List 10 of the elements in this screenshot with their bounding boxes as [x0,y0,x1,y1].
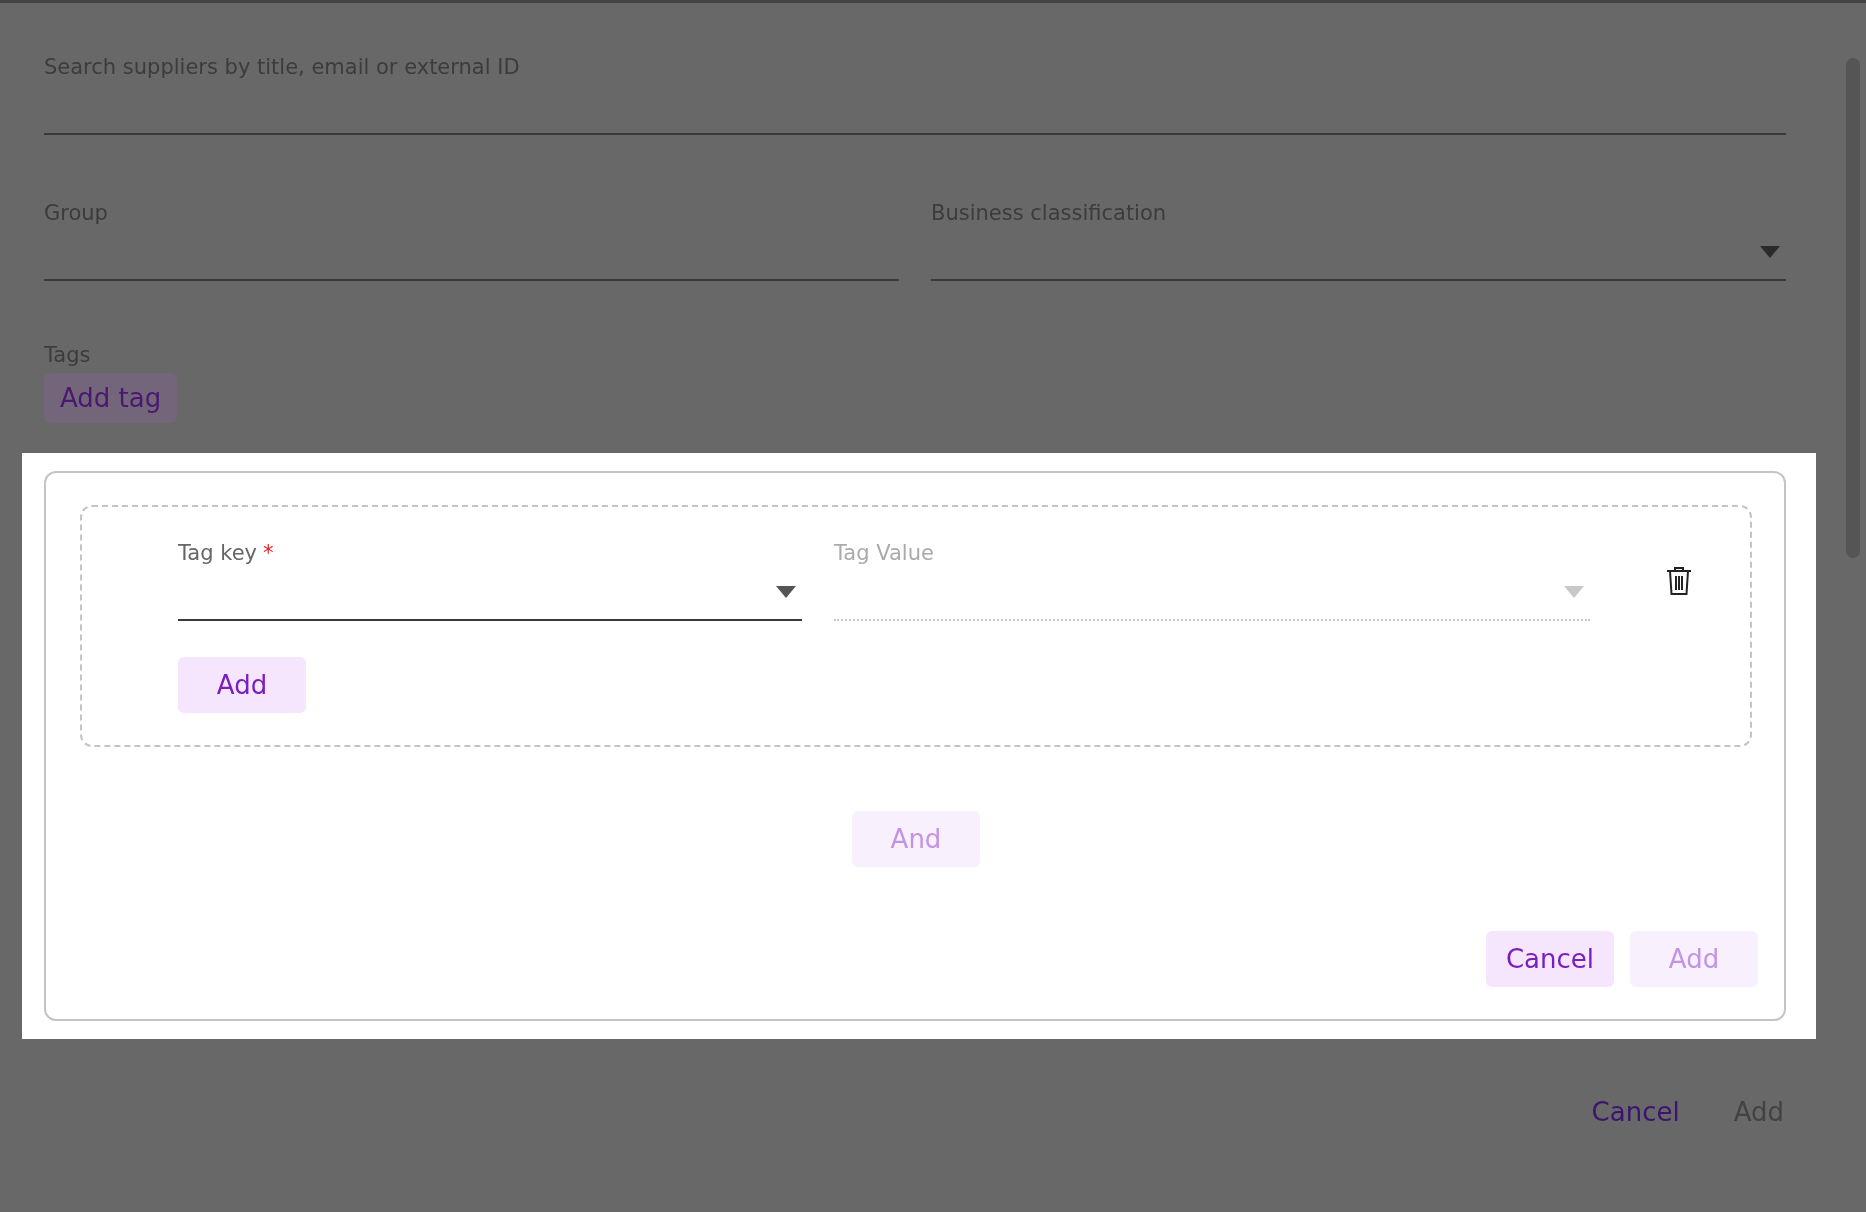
cancel-button[interactable]: Cancel [1591,1097,1680,1127]
dropdown-caret-icon [1564,586,1584,598]
dropdown-caret-icon [1760,246,1780,258]
cancel-button[interactable]: Cancel [1486,931,1614,987]
tag-key-label: Tag key * [178,541,275,565]
add-condition-button[interactable]: Add [178,657,306,713]
dropdown-caret-icon [776,586,796,598]
tag-value-label: Tag Value [834,541,935,565]
trash-icon[interactable] [1666,566,1692,596]
add-tag-button[interactable]: Add tag [44,373,178,423]
